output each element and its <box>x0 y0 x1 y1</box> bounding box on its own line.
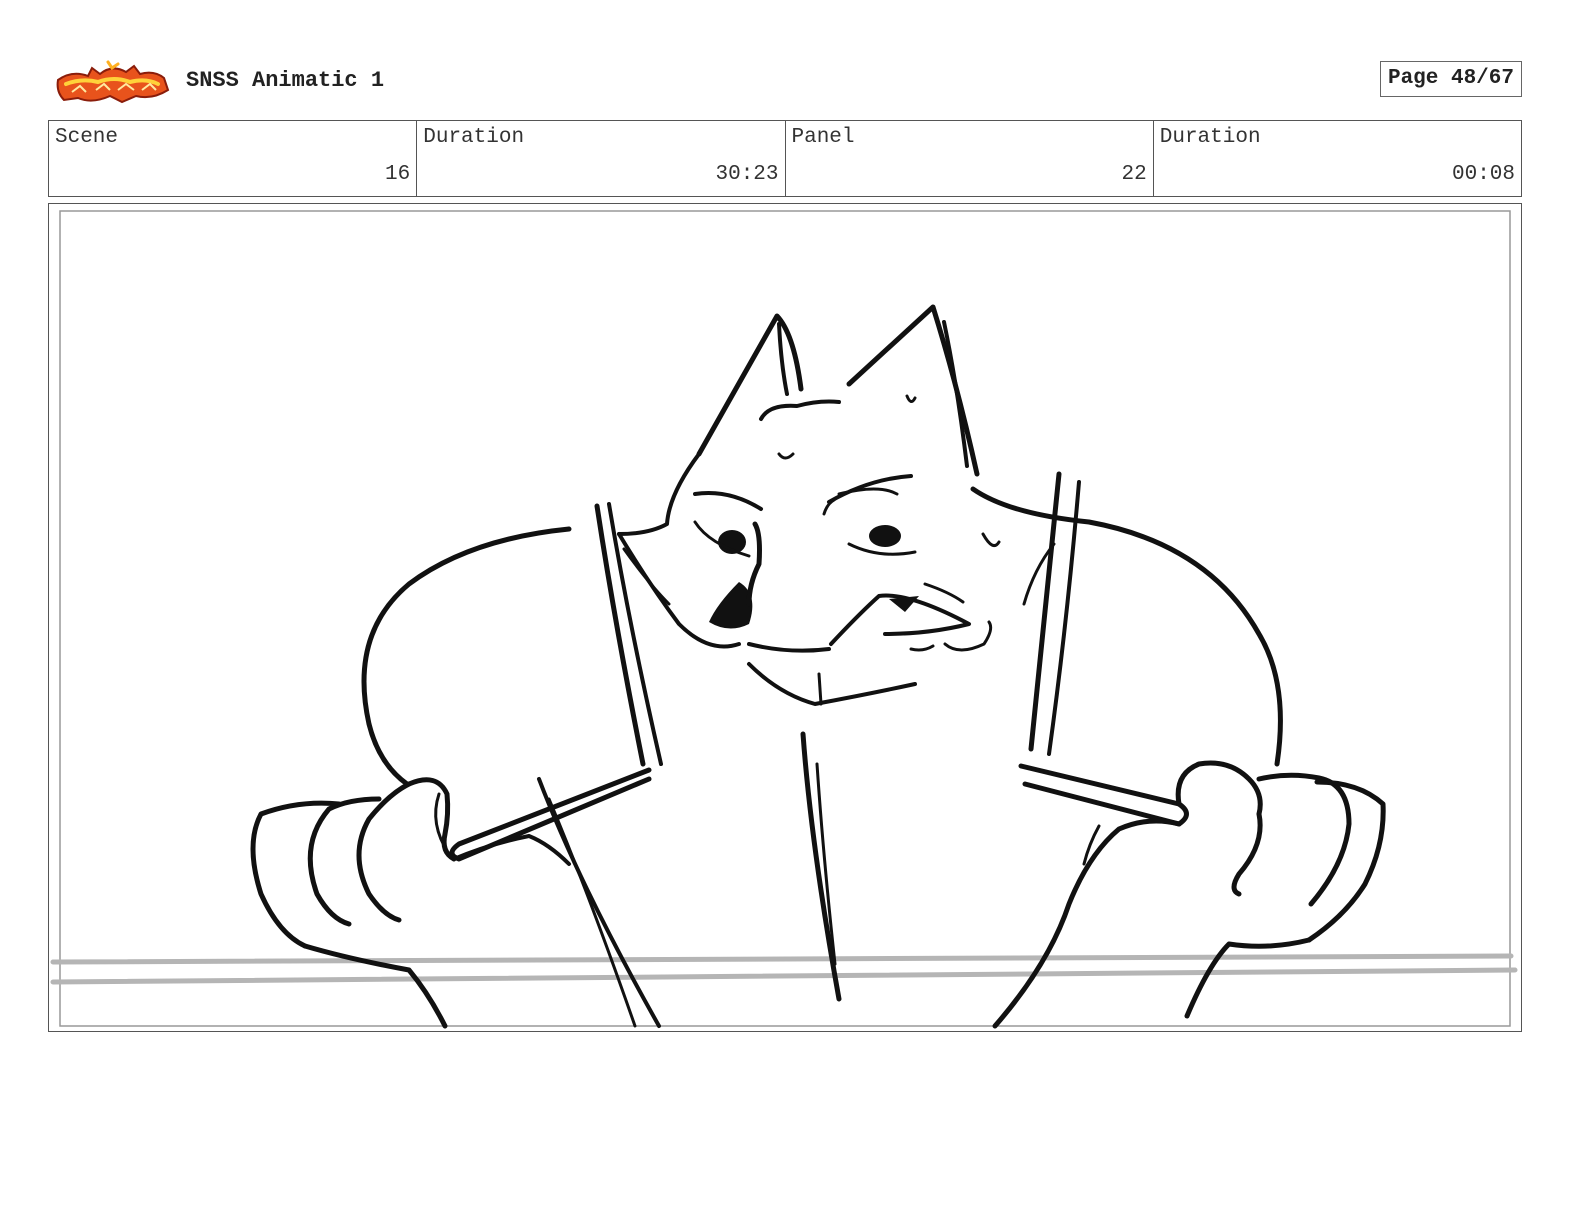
panel-sketch <box>50 210 1518 1029</box>
storyboard-panel <box>48 203 1522 1032</box>
panel-cell: Panel 22 <box>786 121 1154 196</box>
panel-number: 22 <box>1121 163 1147 186</box>
character-sketch <box>250 304 1386 1029</box>
panel-duration-label: Duration <box>1159 126 1261 149</box>
safe-frame <box>59 210 1511 1027</box>
scene-label: Scene <box>55 126 119 149</box>
scene-duration-label: Duration <box>423 126 525 149</box>
scene-duration-cell: Duration 30:23 <box>417 121 786 196</box>
scene-cell: Scene 16 <box>49 121 418 196</box>
scene-duration-value: 30:23 <box>715 163 779 186</box>
panel-label: Panel <box>791 126 855 149</box>
shot-info-table: Scene 16 Duration 30:23 Panel 22 Duratio… <box>48 120 1522 197</box>
scene-number: 16 <box>385 163 411 186</box>
panel-duration-value: 00:08 <box>1451 163 1515 186</box>
storyboard-header: SNSS Animatic 1 Page 48/67 <box>48 58 1522 104</box>
page-indicator: Page 48/67 <box>1379 61 1522 97</box>
document-title: SNSS Animatic 1 <box>186 68 385 93</box>
table-edge <box>50 953 1518 985</box>
show-logo <box>56 60 170 104</box>
panel-duration-cell: Duration 00:08 <box>1154 121 1521 196</box>
